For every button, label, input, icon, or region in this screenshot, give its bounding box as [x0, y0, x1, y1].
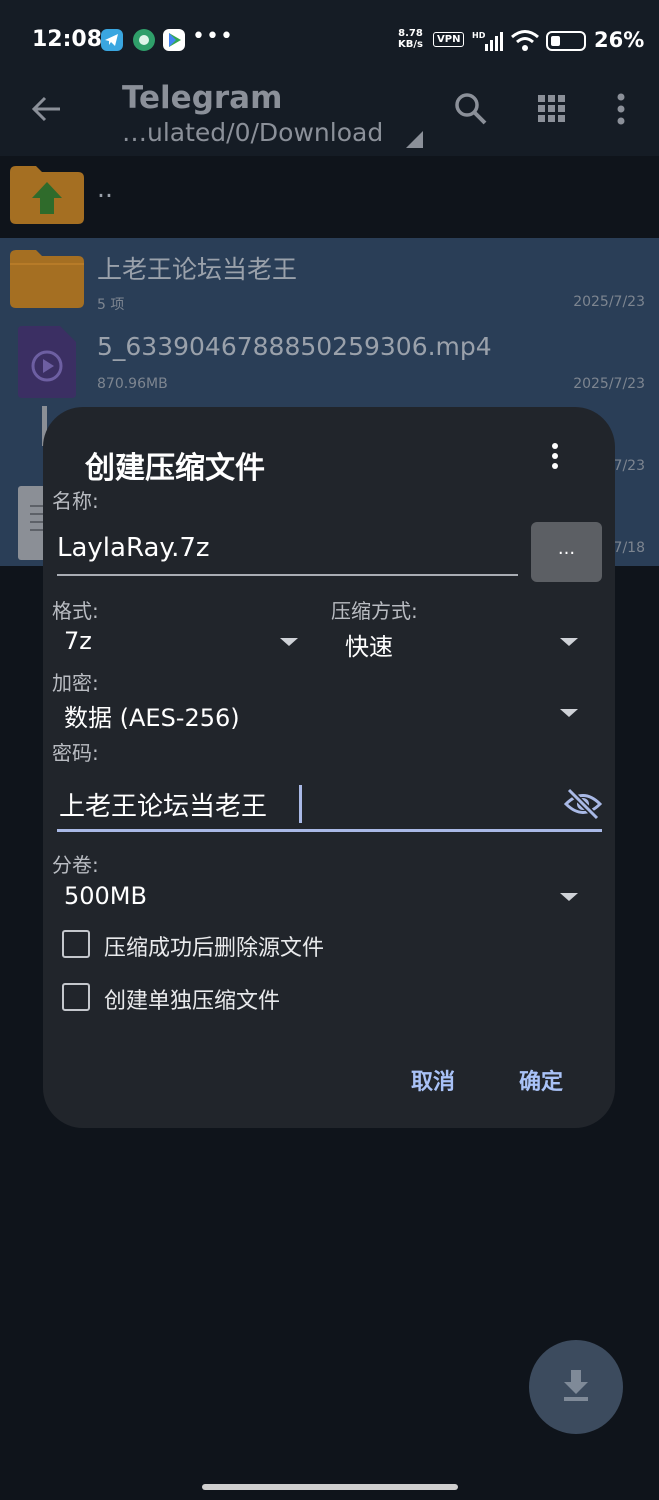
method-select[interactable]: 快速 [345, 627, 393, 662]
app-bar-path[interactable]: …ulated/0/Download [122, 118, 383, 147]
hd-label: HD [472, 31, 486, 40]
status-time: 12:08 [32, 27, 103, 52]
speed-unit: KB/s [398, 39, 423, 50]
list-item-parent[interactable]: .. [0, 156, 659, 236]
overflow-menu-icon[interactable] [614, 92, 628, 126]
folder-icon [10, 250, 84, 308]
item-meta: 5 项 [97, 297, 125, 313]
wifi-icon [511, 30, 539, 51]
split-select[interactable]: 500MB [64, 882, 147, 910]
item-meta: 870.96MB [97, 376, 168, 392]
app-bar: Telegram …ulated/0/Download [0, 80, 659, 156]
battery-icon [546, 31, 586, 51]
item-date: 2025/7/23 [573, 376, 645, 392]
encrypt-label: 加密: [52, 671, 99, 695]
password-label: 密码: [52, 741, 99, 765]
telegram-app-icon [101, 29, 123, 51]
download-icon [564, 1370, 588, 1401]
format-select[interactable]: 7z [64, 627, 92, 655]
delete-source-label[interactable]: 压缩成功后删除源文件 [104, 930, 324, 962]
format-label: 格式: [52, 599, 99, 623]
create-archive-dialog: 创建压缩文件 名称: LaylaRay.7z ... 格式: 压缩方式: 7z … [43, 407, 615, 1128]
ok-button[interactable]: 确定 [519, 1064, 563, 1096]
item-date: 2025/7/23 [573, 294, 645, 310]
browse-button[interactable]: ... [531, 522, 602, 582]
path-dropdown-icon[interactable] [406, 131, 423, 148]
gesture-handle[interactable] [202, 1484, 458, 1490]
password-input[interactable]: 上老王论坛当老王 [59, 786, 267, 823]
play-store-icon [163, 29, 185, 51]
dialog-title: 创建压缩文件 [85, 451, 265, 486]
download-fab[interactable] [529, 1340, 623, 1434]
encrypt-select[interactable]: 数据 (AES-256) [64, 698, 240, 733]
item-name: 上老王论坛当老王 [97, 255, 298, 284]
name-label: 名称: [52, 489, 99, 513]
video-file-icon [18, 326, 76, 398]
split-label: 分卷: [52, 853, 99, 877]
cancel-button[interactable]: 取消 [411, 1064, 455, 1096]
status-bar: 12:08 ••• 8.78 KB/s VPN HD 26% [0, 0, 659, 80]
network-speed: 8.78 KB/s [398, 28, 423, 50]
search-icon[interactable] [454, 92, 488, 126]
encrypt-dropdown-icon[interactable] [560, 709, 578, 717]
vpn-badge: VPN [433, 32, 465, 47]
method-label: 压缩方式: [331, 599, 418, 623]
delete-source-checkbox[interactable] [62, 930, 90, 958]
text-cursor [299, 785, 302, 823]
app-bar-title: Telegram [122, 80, 283, 116]
separate-archive-label[interactable]: 创建单独压缩文件 [104, 983, 280, 1015]
list-item[interactable]: 5_6339046788850259306.mp4 870.96MB 2025/… [0, 320, 659, 402]
item-date: 7/23 [613, 458, 645, 474]
password-underline [57, 829, 602, 832]
dialog-menu-icon[interactable] [548, 443, 562, 473]
parent-dir-label: .. [97, 174, 113, 203]
speed-value: 8.78 [398, 28, 423, 39]
grid-view-icon[interactable] [537, 94, 567, 124]
list-item[interactable]: 上老王论坛当老王 5 项 2025/7/23 [0, 238, 659, 320]
signal-icon: HD [472, 31, 503, 51]
green-app-icon [133, 29, 155, 51]
item-date: 7/18 [613, 540, 645, 556]
separate-archive-checkbox[interactable] [62, 983, 90, 1011]
name-underline [57, 574, 518, 576]
item-name: 5_6339046788850259306.mp4 [97, 332, 492, 361]
method-dropdown-icon[interactable] [560, 638, 578, 646]
split-dropdown-icon[interactable] [560, 893, 578, 901]
folder-up-icon [10, 166, 84, 224]
format-dropdown-icon[interactable] [280, 638, 298, 646]
archive-name-input[interactable]: LaylaRay.7z [57, 533, 210, 563]
back-arrow-icon[interactable] [30, 94, 64, 124]
battery-percent: 26% [594, 28, 645, 52]
hide-password-icon[interactable] [563, 787, 603, 821]
more-notifications-icon: ••• [192, 24, 234, 49]
